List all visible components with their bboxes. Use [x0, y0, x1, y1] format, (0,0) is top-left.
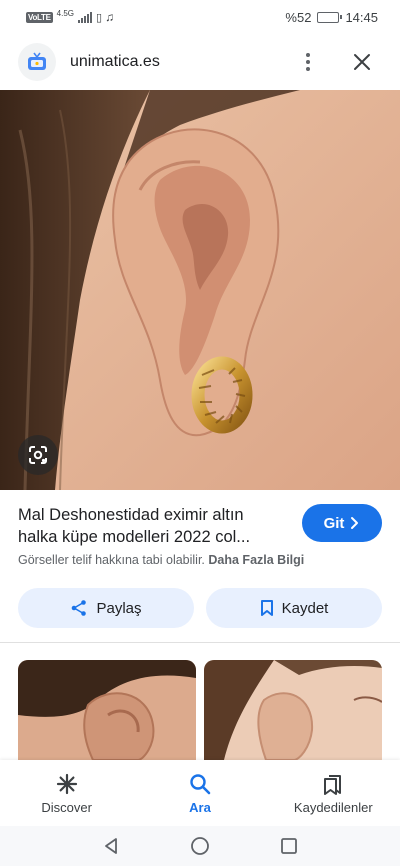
lens-button[interactable]: [18, 435, 58, 475]
tv-icon: [28, 52, 46, 70]
status-left: VoLTE 4.5G ▯ ♫: [26, 8, 115, 24]
bookmark-icon: [260, 600, 273, 616]
divider: [0, 642, 400, 643]
nav-search[interactable]: Ara: [133, 760, 266, 826]
signal-icon: [78, 11, 92, 23]
ear-earring-photo: [0, 90, 400, 490]
related-image-1[interactable]: [18, 660, 196, 760]
volte-indicator: VoLTE: [26, 11, 53, 23]
status-right: %52 14:45: [285, 10, 378, 25]
close-button[interactable]: [342, 42, 382, 82]
visit-button-label: Git: [323, 514, 345, 532]
site-favicon[interactable]: [18, 43, 56, 81]
source-domain[interactable]: unimatica.es: [70, 53, 288, 71]
share-button-label: Paylaş: [96, 599, 142, 617]
bottom-nav: Discover Ara Kaydedilenler: [0, 760, 400, 826]
source-header: unimatica.es: [0, 34, 400, 90]
clock: 14:45: [345, 9, 378, 25]
saved-icon: [322, 772, 344, 796]
related-ear-photo-1: [18, 660, 196, 760]
nav-discover-label: Discover: [41, 799, 92, 815]
more-info-link[interactable]: Daha Fazla Bilgi: [208, 553, 304, 567]
copyright-notice: Görseller telif hakkına tabi olabilir. D…: [18, 553, 388, 567]
back-icon[interactable]: [102, 837, 120, 855]
network-type: 4.5G: [56, 8, 74, 18]
result-image[interactable]: [0, 90, 400, 490]
recents-icon[interactable]: [280, 837, 298, 855]
share-icon: [72, 600, 87, 616]
system-nav-bar: [0, 826, 400, 866]
related-ear-photo-2: [204, 660, 382, 760]
vibrate-icon: ▯: [96, 11, 102, 24]
copyright-text: Görseller telif hakkına tabi olabilir.: [18, 553, 205, 567]
more-options-button[interactable]: [288, 42, 328, 82]
search-icon: [189, 772, 211, 796]
share-button[interactable]: Paylaş: [18, 588, 194, 628]
save-button[interactable]: Kaydet: [206, 588, 382, 628]
battery-icon: [317, 11, 343, 23]
lens-icon: [29, 446, 47, 464]
status-bar: VoLTE 4.5G ▯ ♫ %52 14:45: [0, 0, 400, 34]
chevron-right-icon: [351, 517, 359, 529]
result-title[interactable]: Mal Deshonestidad eximir altın halka küp…: [18, 504, 280, 548]
related-image-2[interactable]: [204, 660, 382, 760]
nav-search-label: Ara: [189, 799, 211, 815]
battery-percent: %52: [285, 9, 312, 25]
more-vert-icon: [306, 53, 310, 71]
nav-saved[interactable]: Kaydedilenler: [267, 760, 400, 826]
nav-saved-label: Kaydedilenler: [293, 799, 373, 815]
asterisk-icon: [56, 772, 78, 796]
visit-button[interactable]: Git: [302, 504, 382, 542]
music-icon: ♫: [105, 10, 115, 24]
nav-discover[interactable]: Discover: [0, 760, 133, 826]
save-button-label: Kaydet: [281, 599, 329, 617]
home-icon[interactable]: [190, 836, 210, 856]
close-icon: [354, 54, 370, 70]
